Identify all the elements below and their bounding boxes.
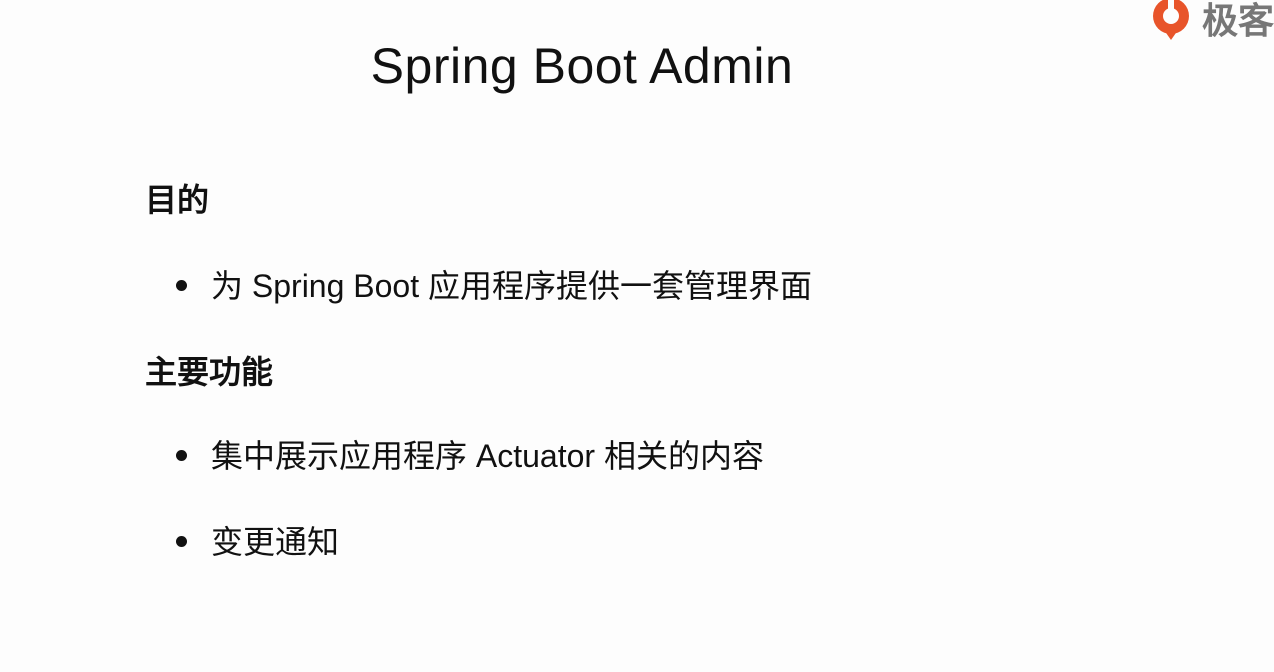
bullet-text: 集中展示应用程序 Actuator 相关的内容: [211, 438, 764, 474]
bullet-icon: [176, 536, 187, 548]
bullet-text: 变更通知: [211, 524, 340, 560]
section-heading-features: 主要功能: [145, 354, 274, 390]
bullet-icon: [176, 280, 187, 292]
logo-text: 极客: [1201, 0, 1274, 41]
bullet-text: 为 Spring Boot 应用程序提供一套管理界面: [211, 268, 813, 304]
slide-title: Spring Boot Admin: [370, 38, 794, 94]
bullet-item: 集中展示应用程序 Actuator 相关的内容: [176, 436, 764, 476]
bullet-item: 变更通知: [176, 522, 339, 562]
bullet-item: 为 Spring Boot 应用程序提供一套管理界面: [176, 266, 812, 306]
section-heading-purpose: 目的: [145, 182, 210, 218]
logo: 极客: [1146, 0, 1274, 42]
bullet-icon: [176, 450, 187, 462]
geektime-logo-icon: [1152, 0, 1189, 40]
